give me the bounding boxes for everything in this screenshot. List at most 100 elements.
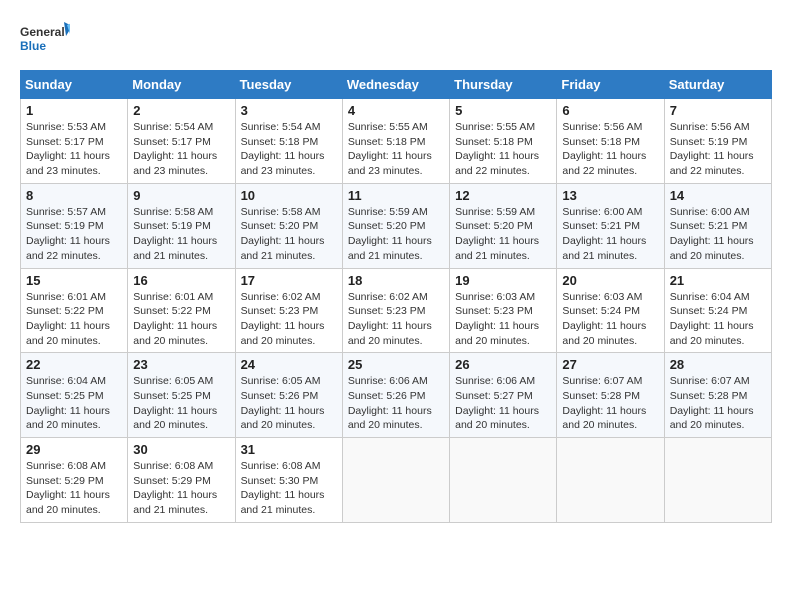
day-number: 12 (455, 188, 551, 203)
calendar-cell: 21 Sunrise: 6:04 AMSunset: 5:24 PMDaylig… (664, 268, 771, 353)
day-number: 22 (26, 357, 122, 372)
cell-info: Sunrise: 6:08 AMSunset: 5:29 PMDaylight:… (26, 460, 110, 516)
logo-svg: General Blue (20, 20, 70, 60)
cell-info: Sunrise: 5:55 AMSunset: 5:18 PMDaylight:… (348, 121, 432, 177)
calendar-header-row: SundayMondayTuesdayWednesdayThursdayFrid… (21, 71, 772, 99)
calendar-cell (664, 438, 771, 523)
calendar-week-row: 29 Sunrise: 6:08 AMSunset: 5:29 PMDaylig… (21, 438, 772, 523)
day-number: 13 (562, 188, 658, 203)
calendar-cell: 26 Sunrise: 6:06 AMSunset: 5:27 PMDaylig… (450, 353, 557, 438)
day-number: 15 (26, 273, 122, 288)
calendar-cell (450, 438, 557, 523)
cell-info: Sunrise: 5:54 AMSunset: 5:18 PMDaylight:… (241, 121, 325, 177)
cell-info: Sunrise: 6:01 AMSunset: 5:22 PMDaylight:… (26, 291, 110, 347)
day-number: 31 (241, 442, 337, 457)
calendar-cell: 12 Sunrise: 5:59 AMSunset: 5:20 PMDaylig… (450, 183, 557, 268)
calendar-header-cell: Friday (557, 71, 664, 99)
calendar-header-cell: Wednesday (342, 71, 449, 99)
day-number: 29 (26, 442, 122, 457)
cell-info: Sunrise: 6:05 AMSunset: 5:26 PMDaylight:… (241, 375, 325, 431)
calendar-header-cell: Monday (128, 71, 235, 99)
calendar-cell: 1 Sunrise: 5:53 AMSunset: 5:17 PMDayligh… (21, 99, 128, 184)
day-number: 16 (133, 273, 229, 288)
calendar-week-row: 22 Sunrise: 6:04 AMSunset: 5:25 PMDaylig… (21, 353, 772, 438)
cell-info: Sunrise: 5:59 AMSunset: 5:20 PMDaylight:… (348, 206, 432, 262)
calendar-cell: 15 Sunrise: 6:01 AMSunset: 5:22 PMDaylig… (21, 268, 128, 353)
cell-info: Sunrise: 6:05 AMSunset: 5:25 PMDaylight:… (133, 375, 217, 431)
day-number: 24 (241, 357, 337, 372)
calendar-cell: 30 Sunrise: 6:08 AMSunset: 5:29 PMDaylig… (128, 438, 235, 523)
day-number: 14 (670, 188, 766, 203)
cell-info: Sunrise: 6:07 AMSunset: 5:28 PMDaylight:… (670, 375, 754, 431)
calendar-header-cell: Thursday (450, 71, 557, 99)
day-number: 26 (455, 357, 551, 372)
day-number: 18 (348, 273, 444, 288)
day-number: 5 (455, 103, 551, 118)
day-number: 23 (133, 357, 229, 372)
calendar-cell: 13 Sunrise: 6:00 AMSunset: 5:21 PMDaylig… (557, 183, 664, 268)
calendar-cell: 31 Sunrise: 6:08 AMSunset: 5:30 PMDaylig… (235, 438, 342, 523)
calendar-cell: 18 Sunrise: 6:02 AMSunset: 5:23 PMDaylig… (342, 268, 449, 353)
svg-text:Blue: Blue (20, 39, 46, 53)
calendar-cell: 9 Sunrise: 5:58 AMSunset: 5:19 PMDayligh… (128, 183, 235, 268)
calendar-cell: 16 Sunrise: 6:01 AMSunset: 5:22 PMDaylig… (128, 268, 235, 353)
cell-info: Sunrise: 6:06 AMSunset: 5:26 PMDaylight:… (348, 375, 432, 431)
calendar-table: SundayMondayTuesdayWednesdayThursdayFrid… (20, 70, 772, 523)
calendar-cell: 25 Sunrise: 6:06 AMSunset: 5:26 PMDaylig… (342, 353, 449, 438)
day-number: 4 (348, 103, 444, 118)
calendar-cell: 19 Sunrise: 6:03 AMSunset: 5:23 PMDaylig… (450, 268, 557, 353)
day-number: 27 (562, 357, 658, 372)
calendar-cell: 28 Sunrise: 6:07 AMSunset: 5:28 PMDaylig… (664, 353, 771, 438)
calendar-cell: 27 Sunrise: 6:07 AMSunset: 5:28 PMDaylig… (557, 353, 664, 438)
day-number: 8 (26, 188, 122, 203)
logo: General Blue (20, 20, 70, 60)
day-number: 3 (241, 103, 337, 118)
day-number: 6 (562, 103, 658, 118)
calendar-week-row: 15 Sunrise: 6:01 AMSunset: 5:22 PMDaylig… (21, 268, 772, 353)
calendar-week-row: 8 Sunrise: 5:57 AMSunset: 5:19 PMDayligh… (21, 183, 772, 268)
cell-info: Sunrise: 6:07 AMSunset: 5:28 PMDaylight:… (562, 375, 646, 431)
cell-info: Sunrise: 6:03 AMSunset: 5:24 PMDaylight:… (562, 291, 646, 347)
calendar-cell: 20 Sunrise: 6:03 AMSunset: 5:24 PMDaylig… (557, 268, 664, 353)
cell-info: Sunrise: 6:02 AMSunset: 5:23 PMDaylight:… (348, 291, 432, 347)
cell-info: Sunrise: 6:06 AMSunset: 5:27 PMDaylight:… (455, 375, 539, 431)
calendar-cell: 14 Sunrise: 6:00 AMSunset: 5:21 PMDaylig… (664, 183, 771, 268)
cell-info: Sunrise: 5:54 AMSunset: 5:17 PMDaylight:… (133, 121, 217, 177)
cell-info: Sunrise: 5:58 AMSunset: 5:20 PMDaylight:… (241, 206, 325, 262)
day-number: 1 (26, 103, 122, 118)
day-number: 25 (348, 357, 444, 372)
cell-info: Sunrise: 5:53 AMSunset: 5:17 PMDaylight:… (26, 121, 110, 177)
day-number: 30 (133, 442, 229, 457)
page-header: General Blue (20, 20, 772, 60)
cell-info: Sunrise: 6:02 AMSunset: 5:23 PMDaylight:… (241, 291, 325, 347)
calendar-header-cell: Sunday (21, 71, 128, 99)
day-number: 10 (241, 188, 337, 203)
calendar-cell (342, 438, 449, 523)
cell-info: Sunrise: 5:56 AMSunset: 5:18 PMDaylight:… (562, 121, 646, 177)
calendar-cell: 6 Sunrise: 5:56 AMSunset: 5:18 PMDayligh… (557, 99, 664, 184)
calendar-cell: 4 Sunrise: 5:55 AMSunset: 5:18 PMDayligh… (342, 99, 449, 184)
calendar-week-row: 1 Sunrise: 5:53 AMSunset: 5:17 PMDayligh… (21, 99, 772, 184)
cell-info: Sunrise: 5:59 AMSunset: 5:20 PMDaylight:… (455, 206, 539, 262)
day-number: 11 (348, 188, 444, 203)
day-number: 7 (670, 103, 766, 118)
calendar-cell: 24 Sunrise: 6:05 AMSunset: 5:26 PMDaylig… (235, 353, 342, 438)
calendar-cell: 2 Sunrise: 5:54 AMSunset: 5:17 PMDayligh… (128, 99, 235, 184)
calendar-cell: 7 Sunrise: 5:56 AMSunset: 5:19 PMDayligh… (664, 99, 771, 184)
day-number: 28 (670, 357, 766, 372)
cell-info: Sunrise: 6:08 AMSunset: 5:29 PMDaylight:… (133, 460, 217, 516)
cell-info: Sunrise: 5:57 AMSunset: 5:19 PMDaylight:… (26, 206, 110, 262)
calendar-header-cell: Tuesday (235, 71, 342, 99)
calendar-cell: 10 Sunrise: 5:58 AMSunset: 5:20 PMDaylig… (235, 183, 342, 268)
day-number: 17 (241, 273, 337, 288)
calendar-cell: 23 Sunrise: 6:05 AMSunset: 5:25 PMDaylig… (128, 353, 235, 438)
cell-info: Sunrise: 6:04 AMSunset: 5:24 PMDaylight:… (670, 291, 754, 347)
day-number: 9 (133, 188, 229, 203)
calendar-header-cell: Saturday (664, 71, 771, 99)
day-number: 19 (455, 273, 551, 288)
cell-info: Sunrise: 5:56 AMSunset: 5:19 PMDaylight:… (670, 121, 754, 177)
cell-info: Sunrise: 6:03 AMSunset: 5:23 PMDaylight:… (455, 291, 539, 347)
calendar-cell: 22 Sunrise: 6:04 AMSunset: 5:25 PMDaylig… (21, 353, 128, 438)
calendar-cell: 3 Sunrise: 5:54 AMSunset: 5:18 PMDayligh… (235, 99, 342, 184)
calendar-cell: 5 Sunrise: 5:55 AMSunset: 5:18 PMDayligh… (450, 99, 557, 184)
